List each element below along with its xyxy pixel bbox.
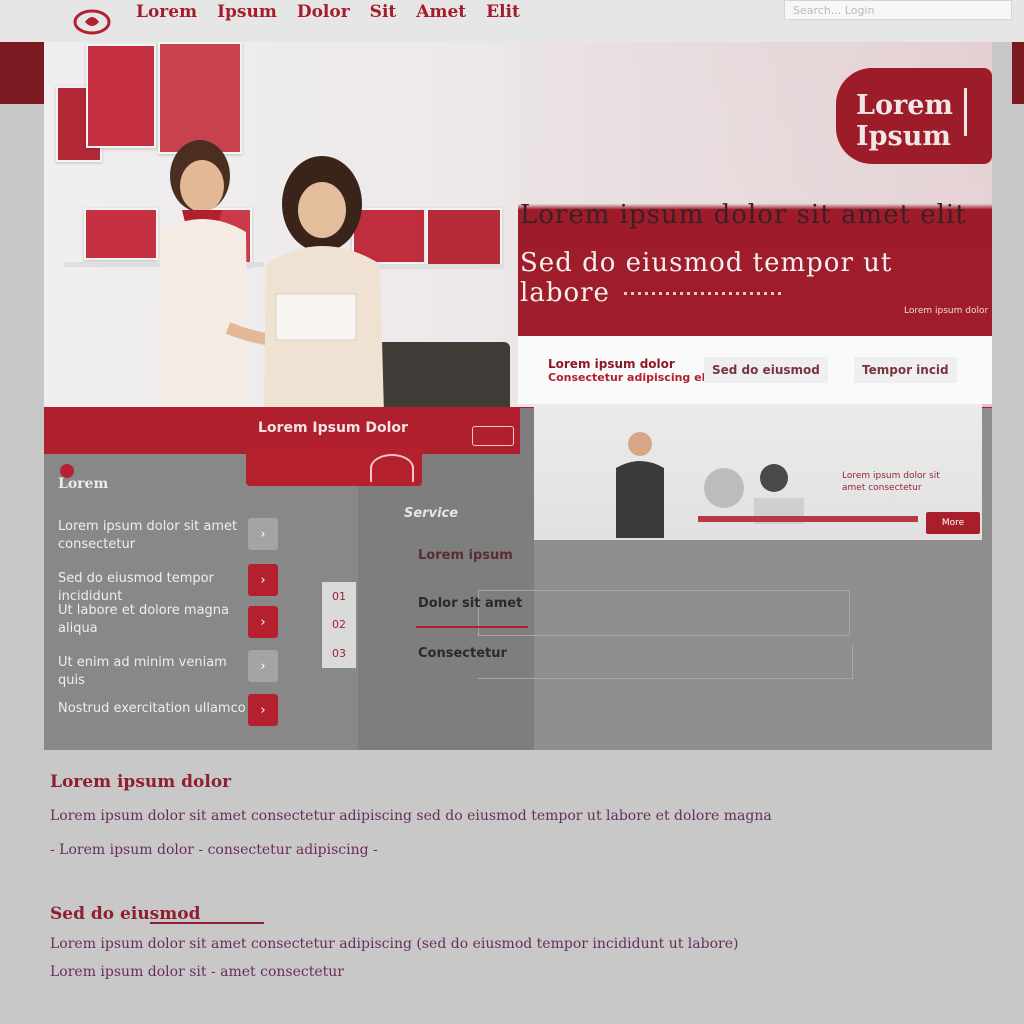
service-arrow-button[interactable]: ›	[248, 694, 278, 726]
edge-accent-left	[0, 42, 44, 104]
form-input[interactable]	[478, 644, 853, 679]
hero-badge-text: Lorem Ipsum	[856, 90, 953, 152]
page-number[interactable]: 03	[332, 647, 346, 660]
form-label: Consectetur	[418, 646, 507, 661]
content-heading: Lorem ipsum dolor	[50, 772, 232, 792]
hero-caption: Lorem ipsum dolor	[904, 306, 989, 316]
services-tab[interactable]	[246, 446, 422, 486]
badge-divider	[964, 88, 967, 136]
form-input[interactable]	[478, 590, 850, 636]
edge-accent-right	[1012, 42, 1024, 104]
nav-item[interactable]: Lorem	[136, 2, 197, 22]
wall-poster	[426, 208, 502, 266]
hero-ticks	[624, 292, 784, 295]
nav-item[interactable]: Sit	[370, 2, 397, 22]
page-selector: 01 02 03	[322, 582, 356, 668]
hero-tab-title: Lorem ipsum dolor	[548, 356, 675, 371]
service-item[interactable]: Nostrud exercitation ullamco	[58, 700, 248, 718]
hero-badge: Lorem Ipsum	[836, 68, 992, 164]
service-arrow-button[interactable]: ›	[248, 564, 278, 596]
services-title: Lorem	[58, 476, 109, 492]
nav-item[interactable]: Dolor	[297, 2, 350, 22]
promo-text: Lorem ipsum dolor sit amet consectetur	[842, 471, 940, 493]
nav-item[interactable]: Amet	[416, 2, 466, 22]
heading-underline	[150, 922, 264, 924]
content-line: Lorem ipsum dolor sit - amet consectetur	[50, 964, 344, 980]
hero-tab-primary[interactable]: Lorem ipsum dolor Consectetur adipiscing…	[548, 336, 714, 404]
promo-button[interactable]: More	[926, 512, 980, 534]
person-figure	[616, 432, 664, 538]
service-arrow-button[interactable]: ›	[248, 606, 278, 638]
arc-icon	[370, 454, 414, 482]
page-number[interactable]: 01	[332, 590, 346, 603]
service-item[interactable]: Lorem ipsum dolor sit amet consectetur	[58, 518, 248, 554]
content-line: Lorem ipsum dolor sit amet consectetur a…	[50, 936, 739, 952]
search-input[interactable]: Search... Login	[784, 0, 1012, 20]
form-underline	[416, 626, 528, 628]
main-nav: Lorem Ipsum Dolor Sit Amet Elit	[136, 2, 520, 22]
content-line: - Lorem ipsum dolor - consectetur adipis…	[50, 842, 378, 858]
hero-tab-label: Tempor incid	[854, 357, 957, 383]
service-arrow-button[interactable]: ›	[248, 650, 278, 682]
form-title: Service	[404, 506, 459, 521]
service-item[interactable]: Sed do eiusmod tempor incididunt	[58, 570, 248, 606]
hero-tab-subtitle: Consectetur adipiscing elit	[548, 370, 715, 384]
staff-person	[158, 140, 268, 412]
hero-headline: Lorem ipsum dolor sit amet elit	[520, 200, 967, 230]
hero-tabs: Lorem ipsum dolor Consectetur adipiscing…	[518, 336, 992, 404]
service-item[interactable]: Ut labore et dolore magna aliqua	[58, 602, 248, 638]
customer-person	[264, 156, 384, 412]
nav-item[interactable]: Elit	[486, 2, 520, 22]
content-line: Lorem ipsum dolor sit amet consectetur a…	[50, 808, 772, 824]
promo-progress	[698, 516, 918, 522]
content-heading: Sed do eiusmod	[50, 904, 201, 924]
nav-item[interactable]: Ipsum	[217, 2, 277, 22]
hero-tab-tertiary[interactable]: Tempor incid	[854, 336, 957, 404]
top-bar: Lorem Ipsum Dolor Sit Amet Elit Search..…	[0, 0, 1024, 42]
service-item[interactable]: Ut enim ad minim veniam quis	[58, 654, 248, 690]
form-label: Lorem ipsum	[418, 548, 513, 563]
service-arrow-button[interactable]: ›	[248, 518, 278, 550]
page-number[interactable]: 02	[332, 618, 346, 631]
services-bar-button[interactable]	[472, 426, 514, 446]
services-bar-label: Lorem Ipsum Dolor	[258, 420, 408, 436]
hero-subheadline: Sed do eiusmod tempor ut labore	[520, 248, 893, 308]
hero-tab-label: Sed do eiusmod	[704, 357, 828, 383]
brand-logo-icon[interactable]	[72, 8, 112, 36]
form-label: Dolor sit amet	[418, 596, 523, 611]
hero-tab-secondary[interactable]: Sed do eiusmod	[704, 336, 828, 404]
